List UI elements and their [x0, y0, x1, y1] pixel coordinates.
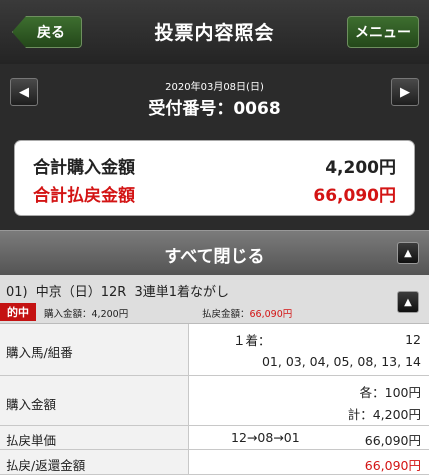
refund-values: 66,090円: [188, 450, 429, 474]
unit-payout-row: 払戻単価 12→08→01 66,090円: [0, 426, 429, 450]
amount-label: 購入金額: [6, 397, 57, 412]
other-horses-value: 01, 03, 04, 05, 08, 13, 14: [261, 354, 421, 369]
horses-values: １着： 12 01, 03, 04, 05, 08, 13, 14: [188, 324, 429, 375]
horses-label: 購入馬/組番: [6, 345, 73, 360]
triangle-right-icon: ▶: [400, 84, 410, 100]
close-all-label: すべて閉じる: [164, 247, 265, 267]
hit-badge: 的中: [0, 303, 36, 321]
race-header[interactable]: 01) 中京（日）12R 3連単1着ながし 的中 購入金額：4,200円 払戻金…: [0, 275, 429, 324]
each-amount: 各：100円: [359, 385, 421, 400]
purchase-date: 2020年03月08日(日): [165, 82, 264, 93]
total-amount: 計：4,200円: [347, 407, 421, 422]
race-payout-prefix: 払戻金額：: [202, 309, 250, 320]
amount-row: 購入金額 各：100円 計：4,200円: [0, 376, 429, 426]
race-payout-amount: 払戻金額：66,090円: [202, 306, 292, 320]
race-venue: 中京（日）12R: [35, 285, 127, 300]
first-place-label: １着：: [233, 333, 271, 348]
date-navigation-bar: ◀ 2020年03月08日(日) 受付番号：0068 ▶: [0, 64, 429, 122]
amount-values: 各：100円 計：4,200円: [188, 376, 429, 425]
first-place-value: 12: [405, 332, 421, 347]
close-all-button[interactable]: すべて閉じる ▲: [0, 230, 429, 275]
unit-combination: 12→08→01: [231, 430, 300, 445]
race-payout-value: 66,090円: [249, 309, 293, 320]
unit-payout-label: 払戻単価: [6, 433, 57, 448]
refund-value: 66,090円: [364, 458, 421, 473]
race-purchase-amount: 購入金額：4,200円: [44, 309, 129, 320]
total-payout-row: 合計払戻金額 66,090円: [33, 181, 396, 206]
race-detail-table: 購入馬/組番 １着： 12 01, 03, 04, 05, 08, 13, 14…: [0, 324, 429, 475]
total-purchase-value: 4,200円: [325, 157, 396, 178]
race-bet-type: 3連単1着ながし: [134, 285, 230, 300]
race-title: 01) 中京（日）12R 3連単1着ながし: [6, 281, 233, 300]
race-index: 01): [6, 285, 28, 300]
triangle-up-icon[interactable]: ▲: [397, 291, 419, 313]
horses-row: 購入馬/組番 １着： 12 01, 03, 04, 05, 08, 13, 14: [0, 324, 429, 376]
unit-payout-value: 66,090円: [364, 433, 421, 448]
refund-label: 払戻/返還金額: [6, 458, 86, 473]
total-payout-value: 66,090円: [313, 185, 396, 206]
triangle-up-icon[interactable]: ▲: [397, 242, 419, 264]
unit-payout-values: 12→08→01 66,090円: [188, 426, 429, 449]
menu-button[interactable]: メニュー: [347, 16, 419, 48]
summary-card: 合計購入金額 4,200円 合計払戻金額 66,090円: [14, 140, 415, 216]
app-header: 戻る 投票内容照会 メニュー: [0, 0, 429, 64]
refund-row: 払戻/返還金額 66,090円: [0, 450, 429, 475]
next-ticket-button[interactable]: ▶: [391, 78, 419, 106]
total-payout-label: 合計払戻金額: [33, 185, 135, 206]
total-purchase-row: 合計購入金額 4,200円: [33, 153, 396, 178]
total-purchase-label: 合計購入金額: [33, 157, 135, 178]
receipt-number: 受付番号：0068: [148, 99, 281, 119]
